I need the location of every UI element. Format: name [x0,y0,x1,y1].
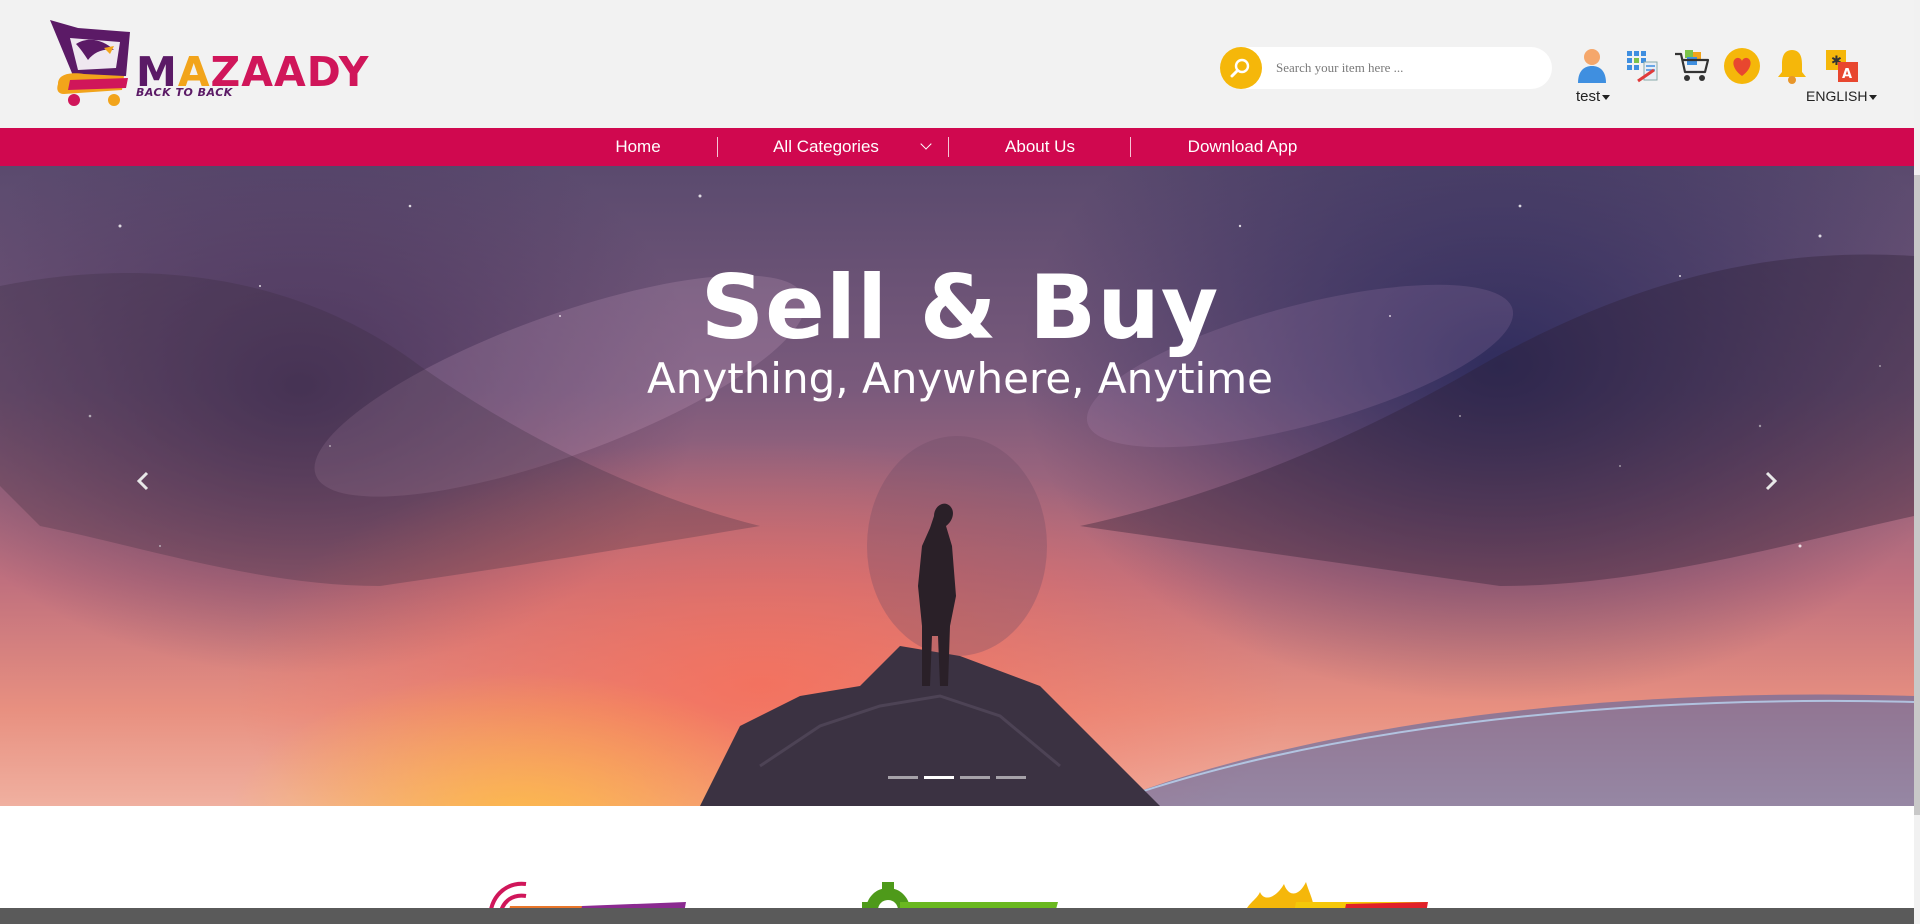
nav-item-all-categories[interactable]: All Categories [746,128,906,166]
nav-divider [948,137,949,157]
carousel-indicator[interactable] [960,776,990,779]
user-menu[interactable]: test [1576,88,1611,105]
hero-title: Sell & Buy [700,256,1220,359]
search-input[interactable] [1276,47,1546,89]
logo-tagline: BACK TO BACK [136,86,233,99]
caret-down-icon [1602,94,1611,100]
chevron-right-icon [1765,471,1778,491]
main-nav: Home All Categories About Us Download Ap… [0,128,1914,166]
bell-icon[interactable] [1772,46,1812,86]
hero-subtitle: Anything, Anywhere, Anytime [647,354,1273,403]
language-label: ENGLISH [1806,88,1868,104]
translate-icon[interactable]: ✱ A [1822,46,1862,86]
svg-text:A: A [1842,67,1852,82]
mazaady-logo[interactable]: MAZAADY BACK TO BACK [44,18,368,110]
chevron-left-icon [136,471,149,491]
user-icon[interactable] [1572,46,1612,86]
nav-divider [717,137,718,157]
calculator-icon[interactable] [1622,46,1662,86]
search-button[interactable] [1220,47,1262,89]
carousel-next-button[interactable] [1756,466,1786,496]
carousel-indicator[interactable] [996,776,1026,779]
scrollbar-thumb[interactable] [1914,175,1920,815]
chevron-down-icon[interactable] [920,138,932,150]
bottom-bar [0,908,1920,924]
language-selector[interactable]: ENGLISH [1806,88,1878,104]
user-name: test [1576,88,1601,105]
page-scrollbar[interactable] [1914,0,1920,924]
nav-divider [1130,137,1131,157]
heart-icon[interactable] [1722,46,1762,86]
carousel-indicator-active[interactable] [924,776,954,779]
carousel-indicators [888,776,1026,779]
nav-item-about-us[interactable]: About Us [980,128,1100,166]
hero-carousel: Sell & Buy Anything, Anywhere, Anytime [0,166,1914,806]
search-icon [1230,58,1250,78]
cart-icon[interactable] [1672,46,1712,86]
header: MAZAADY BACK TO BACK test [0,0,1914,128]
nav-item-home[interactable]: Home [590,128,686,166]
nav-item-download-app[interactable]: Download App [1160,128,1325,166]
caret-down-icon [1869,94,1878,100]
carousel-prev-button[interactable] [128,466,158,496]
feature-badges [0,806,1914,924]
carousel-indicator[interactable] [888,776,918,779]
